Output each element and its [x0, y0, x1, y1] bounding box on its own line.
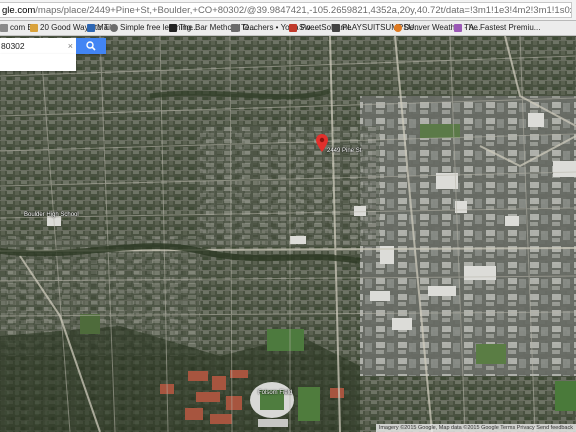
search-input[interactable]: 80302 ×: [0, 38, 76, 54]
search-results-panel: [0, 54, 76, 71]
bookmark-item[interactable]: com B: [0, 21, 33, 35]
address-bar: gle.com/maps/place/2449+Pine+St,+Boulder…: [0, 0, 576, 21]
search-icon: [86, 41, 96, 51]
globe-icon: [110, 24, 118, 32]
place-label: 2449 Pine St: [327, 148, 362, 154]
school-label: Boulder High School: [24, 212, 79, 218]
search-value: 80302: [1, 41, 25, 51]
page-icon: [30, 24, 38, 32]
park-lawn: [80, 314, 100, 334]
url-path: /maps/place/2449+Pine+St,+Boulder,+CO+80…: [35, 5, 571, 16]
bookmark-item[interactable]: The Fastest Premiu...: [454, 21, 540, 35]
map-footer: Imagery ©2015 Google, Map data ©2015 Goo…: [375, 424, 576, 432]
page-icon: [289, 24, 297, 32]
page-icon: [332, 24, 340, 32]
map-imagery: [0, 36, 576, 432]
bookmarks-bar: com B 20 Good Ways to T... Mail Simple f…: [0, 21, 576, 36]
east-commercial-area: [360, 96, 576, 376]
url-field[interactable]: gle.com/maps/place/2449+Pine+St,+Boulder…: [0, 2, 572, 18]
search-panel: 80302 ×: [0, 38, 106, 54]
satellite-map[interactable]: 2449 Pine St Boulder High School Folsom …: [0, 36, 576, 432]
bookmark-item[interactable]: Mail: [87, 21, 112, 35]
sports-field: [555, 381, 576, 411]
soccer-field: [267, 329, 304, 351]
page-icon: [454, 24, 462, 32]
park-lawn: [476, 344, 506, 364]
park-field: [298, 387, 320, 421]
search-button[interactable]: [76, 38, 106, 54]
stadium-label: Folsom Field: [258, 390, 293, 396]
url-host: gle.com: [2, 5, 36, 16]
page-icon: [231, 24, 239, 32]
page-icon: [169, 24, 177, 32]
mail-icon: [87, 24, 95, 32]
clear-icon[interactable]: ×: [68, 38, 73, 54]
page-icon: [0, 24, 8, 32]
weather-icon: [394, 24, 402, 32]
